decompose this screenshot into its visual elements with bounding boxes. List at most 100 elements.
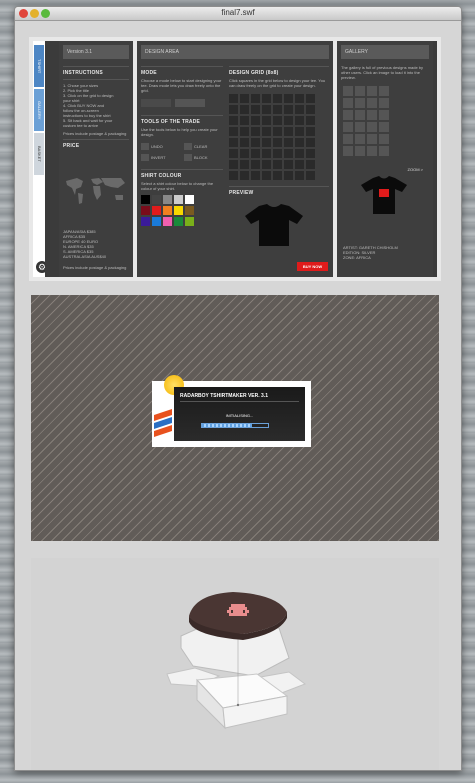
colour-swatch[interactable]: [185, 206, 194, 215]
grid-cell[interactable]: [273, 116, 282, 125]
grid-cell[interactable]: [273, 160, 282, 169]
colour-swatch[interactable]: [152, 195, 161, 204]
colour-swatch[interactable]: [174, 195, 183, 204]
grid-cell[interactable]: [240, 94, 249, 103]
tab-basket[interactable]: BASKET: [34, 133, 44, 175]
gallery-thumb[interactable]: [367, 146, 377, 156]
grid-cell[interactable]: [262, 138, 271, 147]
gallery-thumb[interactable]: [343, 134, 353, 144]
grid-cell[interactable]: [295, 149, 304, 158]
grid-cell[interactable]: [229, 127, 238, 136]
gallery-thumb[interactable]: [343, 98, 353, 108]
gallery-thumb[interactable]: [367, 134, 377, 144]
grid-cell[interactable]: [262, 105, 271, 114]
grid-cell[interactable]: [229, 138, 238, 147]
tool-undo[interactable]: UNDO: [151, 144, 163, 149]
grid-cell[interactable]: [229, 171, 238, 180]
gallery-thumb[interactable]: [379, 86, 389, 96]
design-grid[interactable]: [229, 94, 329, 180]
grid-cell[interactable]: [262, 127, 271, 136]
grid-cell[interactable]: [251, 94, 260, 103]
grid-cell[interactable]: [273, 94, 282, 103]
colour-swatch[interactable]: [141, 217, 150, 226]
gallery-thumb[interactable]: [379, 122, 389, 132]
grid-cell[interactable]: [262, 171, 271, 180]
colour-swatch[interactable]: [141, 206, 150, 215]
grid-cell[interactable]: [306, 171, 315, 180]
gallery-thumb[interactable]: [367, 122, 377, 132]
gallery-thumb[interactable]: [367, 98, 377, 108]
grid-cell[interactable]: [306, 116, 315, 125]
gallery-thumb[interactable]: [379, 134, 389, 144]
grid-cell[interactable]: [284, 171, 293, 180]
grid-cell[interactable]: [251, 116, 260, 125]
grid-cell[interactable]: [295, 105, 304, 114]
colour-swatch[interactable]: [185, 195, 194, 204]
grid-cell[interactable]: [229, 160, 238, 169]
grid-cell[interactable]: [251, 171, 260, 180]
gallery-grid[interactable]: [343, 86, 433, 156]
grid-cell[interactable]: [284, 138, 293, 147]
grid-cell[interactable]: [295, 138, 304, 147]
tool-clear[interactable]: CLEAR: [194, 144, 207, 149]
mode-draw-button[interactable]: [141, 99, 171, 107]
colour-swatch[interactable]: [174, 206, 183, 215]
gallery-thumb[interactable]: [379, 146, 389, 156]
tool-block[interactable]: BLOCK: [194, 155, 208, 160]
grid-cell[interactable]: [262, 116, 271, 125]
grid-cell[interactable]: [229, 94, 238, 103]
colour-swatch[interactable]: [163, 195, 172, 204]
grid-cell[interactable]: [273, 149, 282, 158]
grid-cell[interactable]: [262, 160, 271, 169]
grid-cell[interactable]: [284, 116, 293, 125]
grid-cell[interactable]: [306, 127, 315, 136]
zoom-link[interactable]: ZOOM >: [408, 167, 423, 172]
grid-cell[interactable]: [273, 105, 282, 114]
grid-cell[interactable]: [229, 105, 238, 114]
grid-cell[interactable]: [229, 116, 238, 125]
grid-cell[interactable]: [284, 127, 293, 136]
gallery-thumb[interactable]: [355, 122, 365, 132]
grid-cell[interactable]: [284, 105, 293, 114]
tab-tshirt[interactable]: TSHIRT: [34, 45, 44, 87]
grid-cell[interactable]: [284, 160, 293, 169]
gallery-thumb[interactable]: [355, 98, 365, 108]
colour-swatch[interactable]: [163, 217, 172, 226]
grid-cell[interactable]: [251, 127, 260, 136]
grid-cell[interactable]: [240, 171, 249, 180]
grid-cell[interactable]: [273, 138, 282, 147]
grid-cell[interactable]: [229, 149, 238, 158]
grid-cell[interactable]: [240, 116, 249, 125]
grid-cell[interactable]: [306, 149, 315, 158]
grid-cell[interactable]: [295, 127, 304, 136]
grid-cell[interactable]: [306, 138, 315, 147]
tool-invert[interactable]: INVERT: [151, 155, 166, 160]
grid-cell[interactable]: [251, 138, 260, 147]
gallery-thumb[interactable]: [355, 134, 365, 144]
grid-cell[interactable]: [262, 94, 271, 103]
grid-cell[interactable]: [295, 94, 304, 103]
gallery-thumb[interactable]: [343, 146, 353, 156]
colour-swatch[interactable]: [141, 195, 150, 204]
gallery-thumb[interactable]: [343, 122, 353, 132]
colour-swatch[interactable]: [152, 206, 161, 215]
grid-cell[interactable]: [240, 149, 249, 158]
gallery-thumb[interactable]: [379, 98, 389, 108]
grid-cell[interactable]: [295, 171, 304, 180]
grid-cell[interactable]: [273, 171, 282, 180]
colour-swatch[interactable]: [163, 206, 172, 215]
grid-cell[interactable]: [295, 160, 304, 169]
grid-cell[interactable]: [306, 94, 315, 103]
grid-cell[interactable]: [284, 94, 293, 103]
grid-cell[interactable]: [240, 138, 249, 147]
grid-cell[interactable]: [284, 149, 293, 158]
grid-cell[interactable]: [295, 116, 304, 125]
gallery-thumb[interactable]: [355, 86, 365, 96]
grid-cell[interactable]: [306, 160, 315, 169]
gallery-thumb[interactable]: [355, 110, 365, 120]
colour-swatch[interactable]: [185, 217, 194, 226]
gallery-thumb[interactable]: [367, 110, 377, 120]
grid-cell[interactable]: [273, 127, 282, 136]
gallery-thumb[interactable]: [343, 110, 353, 120]
grid-cell[interactable]: [306, 105, 315, 114]
